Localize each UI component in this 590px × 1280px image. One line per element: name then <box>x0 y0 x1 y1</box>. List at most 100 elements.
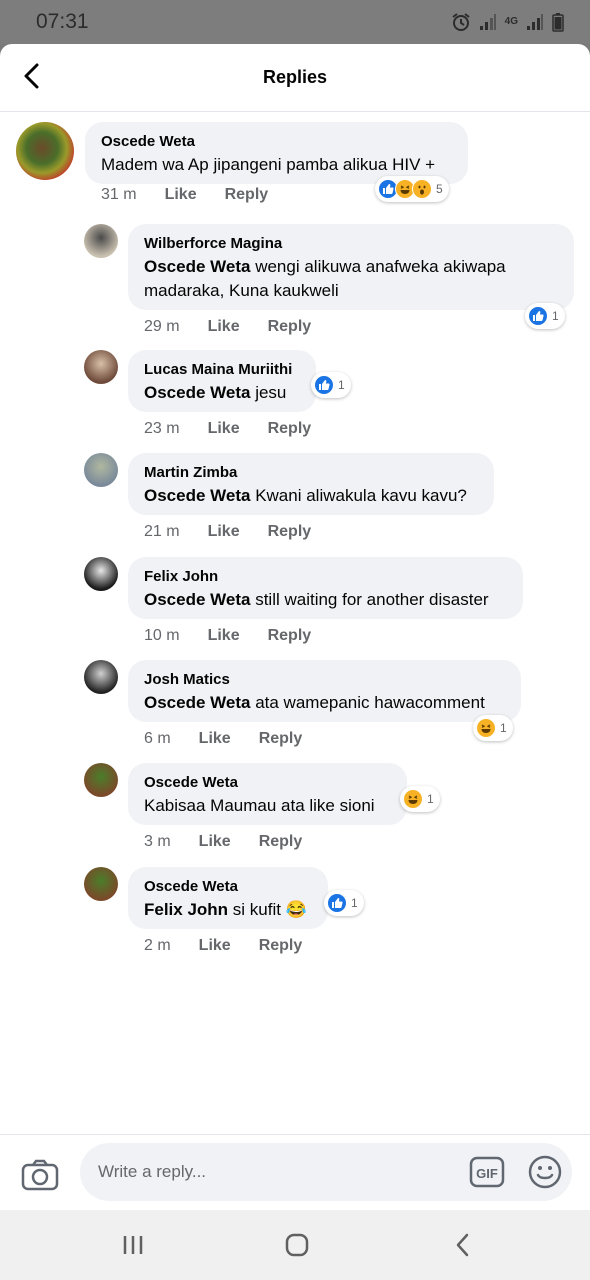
avatar[interactable] <box>84 453 118 487</box>
avatar[interactable] <box>16 122 74 180</box>
reply-button[interactable]: Reply <box>268 523 312 541</box>
gif-label: GIF <box>476 1166 498 1181</box>
comment-time[interactable]: 31 m <box>101 186 137 204</box>
reply-bubble[interactable]: Felix John Oscede Weta still waiting for … <box>128 557 523 619</box>
reply-meta: 2 m Like Reply <box>144 937 302 955</box>
reply-button[interactable]: Reply <box>259 730 303 748</box>
reactions-summary[interactable]: 1 <box>400 786 440 812</box>
reply-author[interactable]: Felix John <box>144 566 507 588</box>
reply-author[interactable]: Oscede Weta <box>144 772 391 794</box>
recent-apps-button[interactable] <box>113 1230 153 1260</box>
camera-button[interactable] <box>20 1155 60 1195</box>
haha-reaction-icon <box>403 789 423 809</box>
gif-icon: GIF <box>469 1156 505 1188</box>
reply-time[interactable]: 21 m <box>144 523 180 541</box>
gif-button[interactable]: GIF <box>469 1154 505 1190</box>
emoji-button[interactable] <box>527 1154 563 1190</box>
mention-link[interactable]: Oscede Weta <box>144 590 250 609</box>
reply-message: Kwani aliwakula kavu kavu? <box>250 486 467 505</box>
recent-apps-icon <box>123 1236 143 1254</box>
reply-button[interactable]: Reply <box>225 186 269 204</box>
back-nav-button[interactable] <box>443 1230 483 1260</box>
reply-message: si kufit <box>228 900 286 919</box>
avatar[interactable] <box>84 557 118 591</box>
like-reaction-icon <box>314 375 334 395</box>
comment-bubble[interactable]: Oscede Weta Madem wa Ap jipangeni pamba … <box>85 122 468 184</box>
reactions-summary[interactable]: 5 <box>375 176 449 202</box>
mention-link[interactable]: Oscede Weta <box>144 383 250 402</box>
mention-link[interactable]: Oscede Weta <box>144 257 250 276</box>
network-type-label: 4G <box>504 16 518 27</box>
reply-text: Kabisaa Maumau ata like sioni <box>144 794 391 818</box>
reactions-summary[interactable]: 1 <box>473 715 513 741</box>
status-icons: 4G <box>451 12 564 32</box>
like-button[interactable]: Like <box>208 523 240 541</box>
comment-author[interactable]: Oscede Weta <box>101 131 452 153</box>
avatar[interactable] <box>84 867 118 901</box>
reply-time[interactable]: 3 m <box>144 833 171 851</box>
status-time: 07:31 <box>36 10 89 33</box>
reply-time[interactable]: 29 m <box>144 318 180 336</box>
reply-author[interactable]: Oscede Weta <box>144 876 312 898</box>
like-button[interactable]: Like <box>208 627 240 645</box>
header: Replies <box>0 44 590 112</box>
like-button[interactable]: Like <box>199 730 231 748</box>
reply-author[interactable]: Lucas Maina Muriithi <box>144 359 300 381</box>
avatar[interactable] <box>84 660 118 694</box>
mention-link[interactable]: Felix John <box>144 900 228 919</box>
like-button[interactable]: Like <box>208 318 240 336</box>
battery-icon <box>552 13 564 32</box>
reply-author[interactable]: Josh Matics <box>144 669 505 691</box>
reply-meta: 6 m Like Reply <box>144 730 302 748</box>
reactions-summary[interactable]: 1 <box>324 890 364 916</box>
mention-link[interactable]: Oscede Weta <box>144 693 250 712</box>
reply-composer: GIF <box>0 1134 590 1210</box>
reply-button[interactable]: Reply <box>259 833 303 851</box>
reply-meta: 21 m Like Reply <box>144 523 311 541</box>
reply-meta: 10 m Like Reply <box>144 627 311 645</box>
mention-link[interactable]: Oscede Weta <box>144 486 250 505</box>
reaction-count: 1 <box>338 378 345 392</box>
like-button[interactable]: Like <box>199 833 231 851</box>
avatar[interactable] <box>84 224 118 258</box>
status-bar: 07:31 4G <box>0 0 590 44</box>
reply-text: Oscede Weta wengi alikuwa anafweka akiwa… <box>144 255 558 303</box>
like-button[interactable]: Like <box>199 937 231 955</box>
reply-message: Kabisaa Maumau ata like sioni <box>144 796 375 815</box>
reply-button[interactable]: Reply <box>268 318 312 336</box>
reply-time[interactable]: 23 m <box>144 420 180 438</box>
reply-bubble[interactable]: Josh Matics Oscede Weta ata wamepanic haw… <box>128 660 521 722</box>
reply-bubble[interactable]: Oscede Weta Felix John si kufit 😂 <box>128 867 328 929</box>
like-button[interactable]: Like <box>165 186 197 204</box>
reply-time[interactable]: 10 m <box>144 627 180 645</box>
reply-meta: 23 m Like Reply <box>144 420 311 438</box>
back-icon <box>456 1233 469 1257</box>
reply-meta: 29 m Like Reply <box>144 318 311 336</box>
reaction-count: 1 <box>427 792 434 806</box>
reply-bubble[interactable]: Lucas Maina Muriithi Oscede Weta jesu <box>128 350 316 412</box>
reply-button[interactable]: Reply <box>268 627 312 645</box>
reply-bubble[interactable]: Wilberforce Magina Oscede Weta wengi alik… <box>128 224 574 310</box>
reply-message: ata wamepanic hawacomment <box>250 693 485 712</box>
reactions-summary[interactable]: 1 <box>525 303 565 329</box>
reply-bubble[interactable]: Oscede Weta Kabisaa Maumau ata like sioni <box>128 763 407 825</box>
home-icon <box>285 1233 309 1257</box>
reply-button[interactable]: Reply <box>268 420 312 438</box>
haha-reaction-icon <box>476 718 496 738</box>
reply-bubble[interactable]: Martin Zimba Oscede Weta Kwani aliwakula … <box>128 453 494 515</box>
reply-author[interactable]: Martin Zimba <box>144 462 478 484</box>
comment-text: Madem wa Ap jipangeni pamba alikua HIV + <box>101 155 436 174</box>
reply-button[interactable]: Reply <box>259 937 303 955</box>
reply-time[interactable]: 2 m <box>144 937 171 955</box>
avatar[interactable] <box>84 763 118 797</box>
home-button[interactable] <box>277 1230 317 1260</box>
avatar[interactable] <box>84 350 118 384</box>
reply-author[interactable]: Wilberforce Magina <box>144 233 558 255</box>
reactions-summary[interactable]: 1 <box>311 372 351 398</box>
like-reaction-icon <box>327 893 347 913</box>
reply-text: Oscede Weta Kwani aliwakula kavu kavu? <box>144 484 478 508</box>
smiley-icon <box>528 1155 562 1189</box>
reply-text: Oscede Weta jesu <box>144 381 300 405</box>
reply-time[interactable]: 6 m <box>144 730 171 748</box>
like-button[interactable]: Like <box>208 420 240 438</box>
